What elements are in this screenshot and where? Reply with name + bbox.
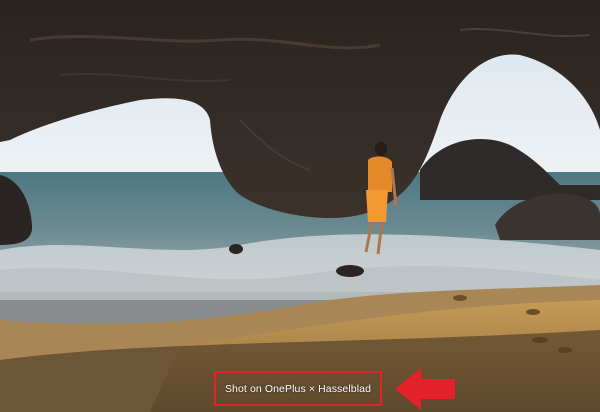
photo-scene: [0, 0, 600, 412]
camera-watermark-text: Shot on OnePlus × Hasselblad: [224, 382, 372, 395]
watermark-highlight-box: Shot on OnePlus × Hasselblad: [214, 371, 382, 406]
arrow-left-icon: [395, 368, 455, 410]
beach-cave-photo: Shot on OnePlus × Hasselblad: [0, 0, 600, 412]
